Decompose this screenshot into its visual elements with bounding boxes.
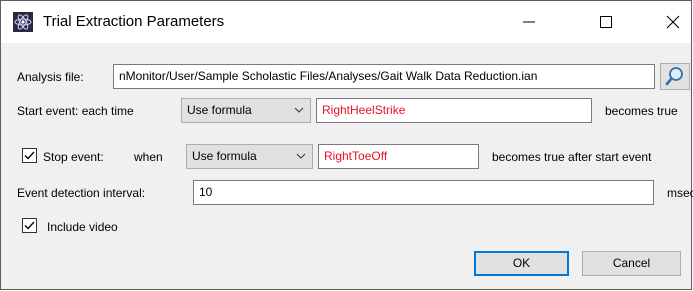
- minimize-button[interactable]: [506, 1, 552, 43]
- include-video-label: Include video: [47, 220, 118, 234]
- start-event-mode-value: Use formula: [187, 103, 252, 117]
- title-bar[interactable]: Trial Extraction Parameters: [1, 1, 691, 43]
- start-event-label: Start event: each time: [17, 104, 134, 118]
- dialog-window: Trial Extraction Parameters Analysis fil…: [0, 0, 693, 290]
- cancel-button[interactable]: Cancel: [582, 251, 681, 276]
- detection-interval-input[interactable]: 10: [193, 180, 654, 205]
- stop-event-mode-select[interactable]: Use formula: [186, 144, 313, 169]
- maximize-button[interactable]: [583, 1, 629, 43]
- stop-event-mode-value: Use formula: [192, 149, 257, 163]
- close-icon: [666, 15, 680, 29]
- include-video-checkbox[interactable]: [22, 218, 37, 233]
- stop-event-label: Stop event:: [43, 150, 104, 164]
- ok-button[interactable]: OK: [474, 251, 569, 276]
- minimize-icon: [523, 21, 535, 23]
- browse-file-button[interactable]: [660, 63, 690, 90]
- stop-event-suffix: becomes true after start event: [492, 150, 652, 164]
- start-event-mode-select[interactable]: Use formula: [181, 98, 311, 123]
- stop-event-when-label: when: [134, 150, 163, 164]
- app-icon: [13, 12, 33, 32]
- window-title: Trial Extraction Parameters: [43, 13, 225, 30]
- analysis-file-input[interactable]: nMonitor/User/Sample Scholastic Files/An…: [113, 64, 655, 89]
- detection-interval-label: Event detection interval:: [17, 186, 146, 200]
- checkmark-icon: [24, 151, 35, 160]
- detection-interval-unit: msec: [667, 186, 693, 200]
- magnifier-icon: [665, 67, 683, 86]
- checkmark-icon: [24, 221, 35, 230]
- stop-event-formula-input[interactable]: RightToeOff: [318, 144, 479, 169]
- chevron-down-icon: [294, 107, 304, 113]
- start-event-suffix: becomes true: [605, 104, 678, 118]
- start-event-formula-input[interactable]: RightHeelStrike: [316, 98, 592, 123]
- chevron-down-icon: [296, 153, 306, 159]
- dialog-body: Analysis file: nMonitor/User/Sample Scho…: [1, 43, 693, 289]
- maximize-icon: [600, 16, 612, 28]
- close-button[interactable]: [653, 1, 693, 43]
- analysis-file-label: Analysis file:: [17, 70, 84, 84]
- stop-event-checkbox[interactable]: [22, 148, 37, 163]
